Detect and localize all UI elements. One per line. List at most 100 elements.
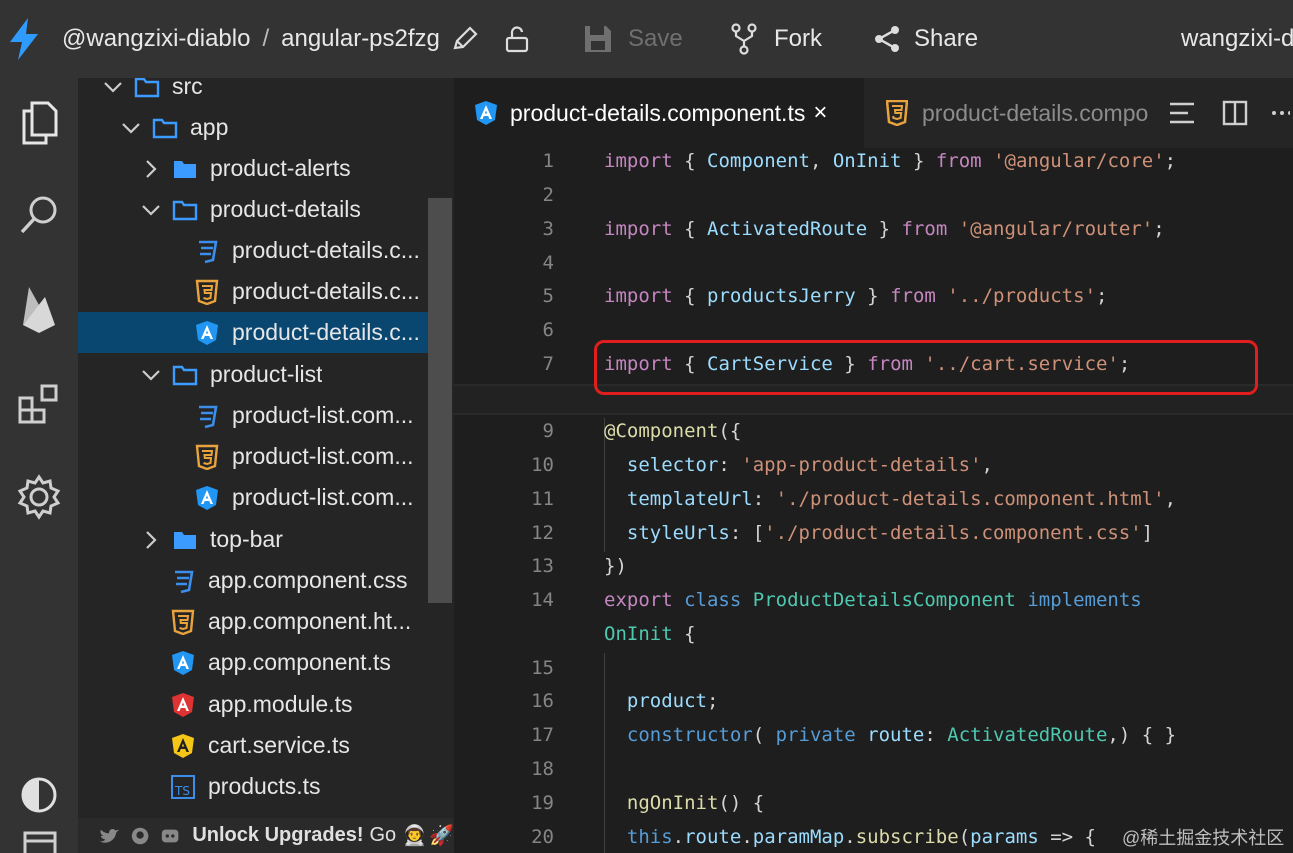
tree-item[interactable]: cart.service.ts: [78, 725, 430, 766]
firebase-icon: [23, 287, 55, 333]
typescript-icon: TS: [171, 774, 195, 799]
tree-item[interactable]: product-details.c...: [78, 312, 430, 353]
explorer-scrollbar[interactable]: [428, 198, 452, 603]
tab-product-details-html[interactable]: product-details.compo: [866, 78, 1156, 148]
line-number: 7: [542, 353, 554, 375]
editor-tabs: product-details.component.ts × product-d…: [454, 78, 1293, 148]
tree-item[interactable]: src: [78, 78, 430, 107]
fork-button[interactable]: Fork: [730, 0, 822, 78]
tree-item[interactable]: product-list.com...: [78, 477, 430, 518]
tree-item[interactable]: top-bar: [78, 519, 430, 560]
chevron-right-icon[interactable]: [140, 529, 162, 551]
tab-label: product-details.component.ts: [510, 99, 806, 126]
outline-icon[interactable]: [1168, 101, 1196, 125]
tree-item[interactable]: product-details: [78, 189, 430, 230]
indent-guide: [604, 653, 605, 853]
tree-item[interactable]: TS products.ts: [78, 766, 430, 807]
angular-module-icon: [172, 692, 194, 717]
stackblitz-logo[interactable]: [8, 0, 40, 78]
discord-icon[interactable]: [160, 825, 180, 847]
save-button[interactable]: Save: [582, 0, 683, 78]
tree-item-label: app.component.css: [208, 567, 408, 593]
save-label: Save: [628, 25, 683, 52]
folder-icon: [174, 160, 196, 178]
twitter-icon[interactable]: [98, 826, 120, 846]
svg-text:TS: TS: [174, 784, 190, 798]
tab-product-details-ts[interactable]: product-details.component.ts ×: [454, 78, 864, 148]
code-line-13: }): [604, 555, 627, 577]
tree-item[interactable]: app.component.css: [78, 560, 430, 601]
angular-icon: [196, 485, 218, 510]
breadcrumb-user[interactable]: @wangzixi-diablo: [62, 25, 250, 53]
line-number: 6: [542, 319, 554, 341]
bolt-icon: [10, 18, 38, 60]
line-number: 2: [542, 184, 554, 206]
editor-actions: [1156, 78, 1293, 148]
code-line-3: import { ActivatedRoute } from '@angular…: [604, 218, 1165, 240]
share-button[interactable]: Share: [872, 0, 978, 78]
go-link[interactable]: Go: [370, 824, 397, 847]
chevron-right-icon[interactable]: [140, 158, 162, 180]
firebase-activity[interactable]: [0, 274, 78, 344]
settings-activity[interactable]: [0, 462, 78, 532]
chevron-down-icon[interactable]: [120, 117, 142, 139]
code-line-12: styleUrls: ['./product-details.component…: [626, 522, 1154, 544]
tree-item[interactable]: app.component.ht...: [78, 601, 430, 642]
explorer-activity[interactable]: [0, 88, 78, 158]
tree-item-label: app: [190, 114, 229, 140]
chevron-down-icon[interactable]: [140, 199, 162, 221]
gear-icon: [17, 474, 61, 520]
line-number: 13: [531, 555, 554, 577]
tree-item[interactable]: product-alerts: [78, 148, 430, 189]
tree-item[interactable]: product-list.com...: [78, 395, 430, 436]
pencil-icon[interactable]: [450, 24, 480, 54]
breadcrumb-project[interactable]: angular-ps2fzg: [281, 25, 440, 53]
code-line-1: import { Component, OnInit } from '@angu…: [604, 150, 1177, 172]
line-number: 14: [531, 589, 554, 611]
tree-item-label: product-list: [210, 361, 323, 387]
tree-item[interactable]: app.module.ts: [78, 684, 430, 725]
breadcrumb-separator: /: [262, 25, 270, 52]
tree-item[interactable]: app.component.ts: [78, 642, 430, 683]
tree-item-label: product-details.c...: [232, 319, 420, 345]
unlock-icon[interactable]: [502, 24, 532, 54]
tree-item-label: product-details.c...: [232, 237, 420, 263]
chevron-down-icon[interactable]: [102, 78, 124, 98]
share-icon: [875, 26, 899, 52]
extensions-activity[interactable]: [0, 368, 78, 438]
line-number: 18: [531, 758, 554, 780]
html5-icon: [171, 609, 195, 635]
tree-item[interactable]: product-details.c...: [78, 230, 430, 271]
split-editor-icon[interactable]: [1222, 100, 1248, 126]
css3-icon: [199, 405, 218, 428]
github-icon[interactable]: [130, 825, 150, 847]
line-number: 4: [542, 252, 554, 274]
theme-toggle[interactable]: [0, 760, 78, 830]
code-line-5: import { productsJerry } from '../produc…: [604, 285, 1108, 307]
line-number: 3: [542, 218, 554, 240]
html5-icon: [195, 444, 219, 470]
panel-toggle[interactable]: [0, 823, 78, 853]
angular-icon: [172, 650, 194, 675]
line-number: 12: [531, 522, 554, 544]
line-number: 15: [531, 657, 554, 679]
line-number: 5: [542, 285, 554, 307]
angular-icon: [475, 101, 497, 125]
tree-item[interactable]: product-details.c...: [78, 271, 430, 312]
fork-icon: [731, 23, 757, 55]
account-name[interactable]: wangzixi-d: [1181, 0, 1293, 78]
close-icon[interactable]: ×: [813, 99, 827, 127]
tree-item[interactable]: product-list.com...: [78, 436, 430, 477]
unlock-upgrades-link[interactable]: Unlock Upgrades!: [192, 824, 363, 847]
search-activity[interactable]: [0, 180, 78, 250]
tree-item[interactable]: product-list: [78, 354, 430, 395]
code-editor[interactable]: 1234567891011121314151617181920 import {…: [454, 148, 1293, 853]
more-icon[interactable]: [1270, 100, 1290, 126]
astronaut-emoji-icon: 👨‍🚀: [402, 825, 428, 847]
activity-bar: [0, 78, 78, 853]
rocket-emoji-icon: 🚀: [429, 825, 454, 847]
css3-icon: [199, 240, 218, 263]
tree-item-label: product-details.c...: [232, 278, 420, 304]
chevron-down-icon[interactable]: [140, 364, 162, 386]
tree-item[interactable]: app: [78, 107, 430, 148]
